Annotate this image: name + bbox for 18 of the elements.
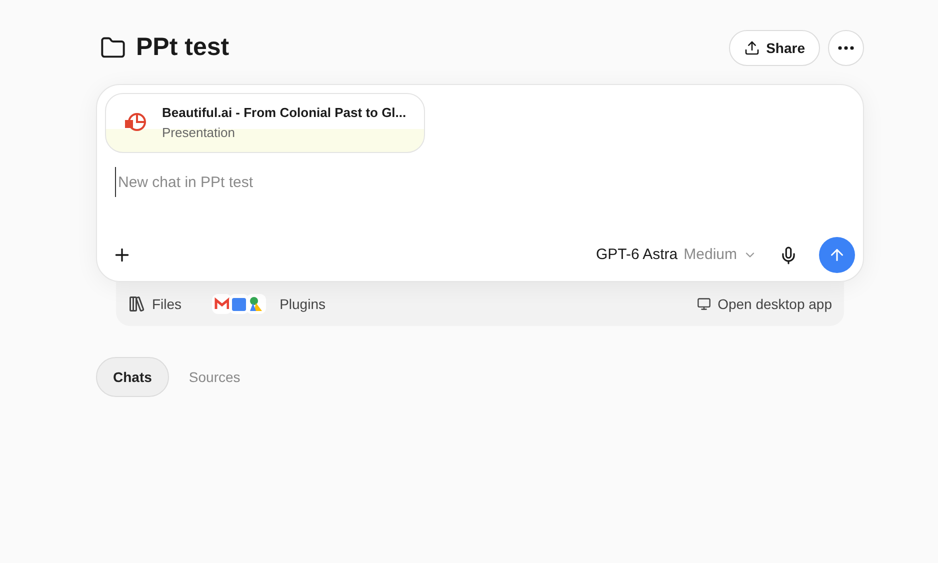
- open-desktop-app-link[interactable]: Open desktop app: [696, 294, 832, 314]
- monitor-icon: [696, 297, 711, 311]
- attachment-type: Presentation: [162, 124, 236, 142]
- chat-input-field[interactable]: New chat in PPt test: [115, 167, 815, 197]
- more-icon: [838, 46, 854, 50]
- attachment-card[interactable]: Beautiful.ai - From Colonial Past to Gl... Presentation: [105, 93, 425, 153]
- more-button[interactable]: [828, 30, 864, 66]
- model-selector[interactable]: GPT-6 Astra Medium: [596, 244, 757, 266]
- share-button[interactable]: Share: [729, 30, 820, 66]
- project-title: PPt test: [136, 32, 230, 64]
- share-icon: [744, 40, 760, 56]
- tab[interactable]: Chats: [96, 357, 169, 397]
- send-button[interactable]: [819, 237, 855, 273]
- plugins-button[interactable]: Plugins: [212, 293, 326, 315]
- attachment-title: Beautiful.ai - From Colonial Past to Gl...: [162, 104, 406, 122]
- plugin-logos-icon: [212, 293, 266, 315]
- books-icon: [128, 295, 146, 313]
- files-button[interactable]: Files: [128, 294, 182, 314]
